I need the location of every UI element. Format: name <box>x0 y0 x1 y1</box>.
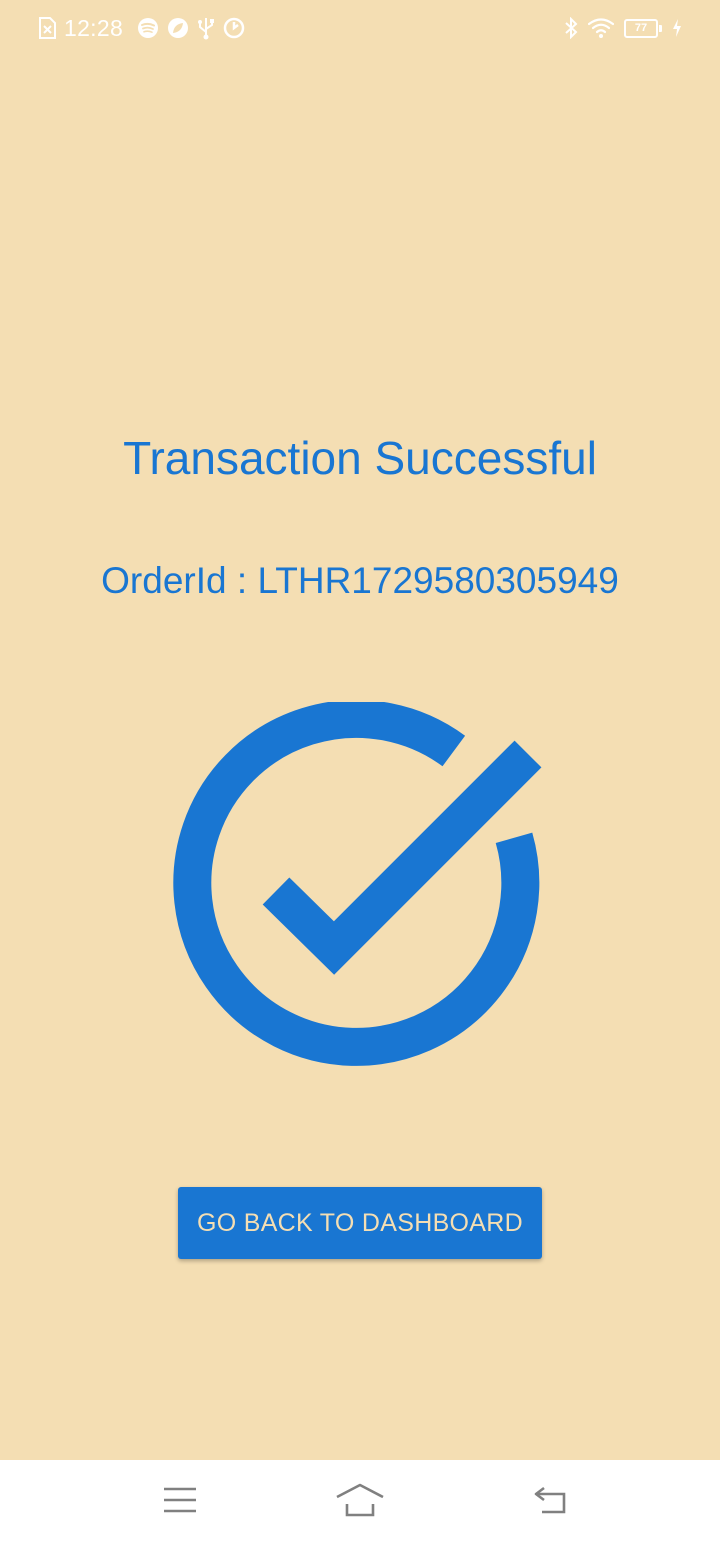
status-bar: 12:28 77 <box>0 0 720 56</box>
menu-button[interactable] <box>150 1474 210 1530</box>
status-left-group: 12:28 <box>38 14 245 42</box>
menu-icon <box>162 1486 198 1519</box>
order-id-value: LTHR1729580305949 <box>257 560 619 601</box>
transaction-success-screen: 12:28 77 Transaction Successful OrderId … <box>0 0 720 1460</box>
go-back-to-dashboard-button[interactable]: GO BACK TO DASHBOARD <box>178 1187 542 1259</box>
back-icon <box>530 1484 570 1521</box>
wifi-icon <box>588 18 614 38</box>
status-time: 12:28 <box>64 14 124 41</box>
back-button[interactable] <box>520 1474 580 1530</box>
check-circle-icon <box>172 699 548 1078</box>
page-title: Transaction Successful <box>123 432 597 484</box>
usb-icon <box>197 16 215 40</box>
home-icon <box>335 1482 385 1523</box>
status-right-group: 77 <box>564 14 682 42</box>
battery-tip <box>659 24 662 32</box>
spotify-icon <box>137 17 159 39</box>
charging-icon <box>672 18 682 38</box>
order-id-line: OrderId : LTHR1729580305949 <box>0 554 720 608</box>
file-x-icon <box>38 17 56 39</box>
order-id-label: OrderId : <box>101 560 258 601</box>
home-button[interactable] <box>330 1474 390 1530</box>
sync-app-icon <box>223 17 245 39</box>
battery-level: 77 <box>624 18 658 38</box>
bluetooth-icon <box>564 17 578 39</box>
navigation-bar <box>0 1460 720 1544</box>
leaf-app-icon <box>167 17 189 39</box>
battery-icon: 77 <box>624 18 662 38</box>
